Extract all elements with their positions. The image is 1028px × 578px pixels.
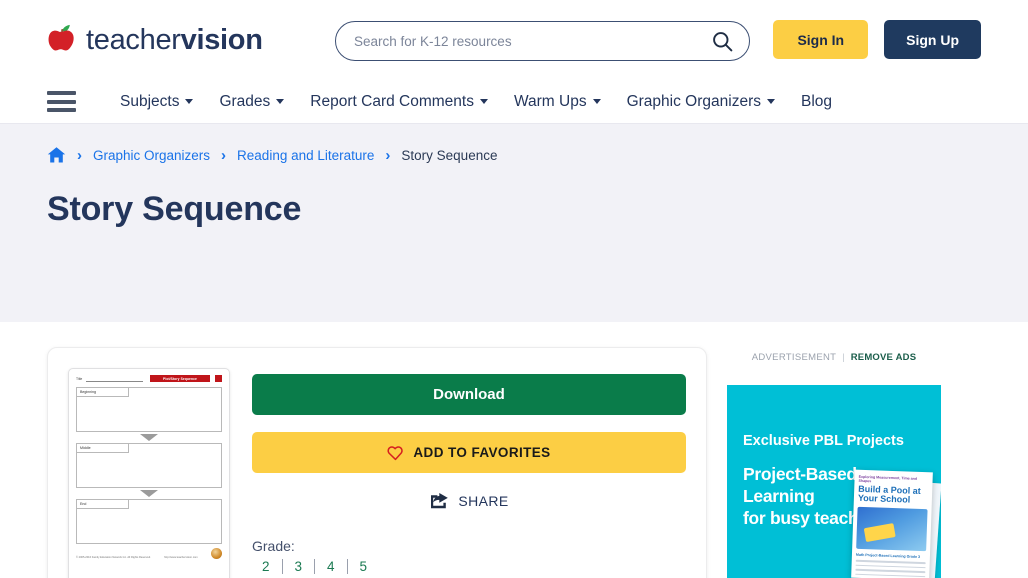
breadcrumb-separator: ›: [77, 146, 82, 164]
grade-link-3[interactable]: 3: [283, 559, 316, 574]
add-to-favorites-label: ADD TO FAVORITES: [413, 445, 551, 460]
ad-bullet-1: Ready to print.: [743, 573, 858, 578]
advertisement-header: ADVERTISEMENT | REMOVE ADS: [727, 352, 941, 363]
grade-link-4[interactable]: 4: [315, 559, 348, 574]
ad-book-subtitle: Math Project-Based Learning Grade 3: [855, 552, 921, 559]
sign-in-button[interactable]: Sign In: [773, 20, 869, 59]
advertisement-column: ADVERTISEMENT | REMOVE ADS Exclusive PBL…: [727, 347, 941, 578]
nav-item-grades[interactable]: Grades: [219, 92, 285, 111]
worksheet-box-end: End: [76, 499, 222, 544]
worksheet-box-label: End: [77, 500, 129, 509]
ad-bullets: Ready to print. Easy to implement.: [743, 573, 858, 578]
worksheet-footer: © 2005-2016 Family Education Network Inc…: [76, 548, 222, 559]
down-arrow-icon: [140, 490, 158, 497]
worksheet-seal-icon: [210, 548, 222, 559]
resource-card: Title Plot/Story Sequence Beginning Midd…: [47, 347, 707, 578]
worksheet-header-row: Title Plot/Story Sequence: [76, 375, 222, 382]
share-button[interactable]: SHARE: [252, 491, 686, 510]
chevron-down-icon: [479, 99, 488, 104]
nav-item-report-card-comments[interactable]: Report Card Comments: [310, 93, 488, 111]
home-icon[interactable]: [47, 146, 66, 164]
resource-actions: Download ADD TO FAVORITES SHARE Grade: 2…: [252, 368, 686, 578]
ad-book-text-line: [855, 559, 926, 564]
page-title: Story Sequence: [47, 190, 302, 228]
breadcrumb-separator: ›: [385, 146, 391, 164]
nav-item-warm-ups[interactable]: Warm Ups: [514, 93, 601, 111]
page-root: teachervision Sign In Sign Up Subjects: [0, 0, 1028, 578]
breadcrumb-item-current: Story Sequence: [401, 147, 498, 163]
nav-label: Subjects: [120, 92, 180, 110]
sign-up-button[interactable]: Sign Up: [884, 20, 981, 59]
worksheet-url: http://www.teachervision.com: [164, 556, 198, 559]
chevron-down-icon: [592, 99, 601, 104]
heart-icon: [387, 445, 404, 461]
worksheet-thumbnail[interactable]: Title Plot/Story Sequence Beginning Midd…: [68, 368, 230, 578]
breadcrumb-item-reading-and-literature[interactable]: Reading and Literature: [237, 148, 374, 163]
nav-label: Report Card Comments: [310, 92, 474, 110]
worksheet-copyright: © 2005-2016 Family Education Network Inc…: [76, 556, 151, 559]
grade-links: 2 3 4 5: [252, 559, 686, 574]
grade-link-2[interactable]: 2: [252, 559, 283, 574]
ad-book-illustration: [856, 506, 928, 552]
worksheet-badge: Plot/Story Sequence: [150, 375, 210, 382]
nav-item-graphic-organizers[interactable]: Graphic Organizers: [627, 93, 775, 111]
ad-headline: Exclusive PBL Projects: [743, 433, 904, 449]
breadcrumb: › Graphic Organizers › Reading and Liter…: [47, 146, 981, 164]
nav-label: Graphic Organizers: [626, 92, 761, 110]
site-header: teachervision Sign In Sign Up: [0, 0, 1028, 80]
share-icon: [429, 491, 449, 510]
worksheet-box-label: Beginning: [77, 388, 129, 397]
worksheet-title-line: [86, 376, 143, 382]
ad-book-title: Build a Pool at Your School: [857, 483, 921, 505]
advertisement-label: ADVERTISEMENT: [751, 352, 837, 363]
hamburger-icon[interactable]: [47, 91, 76, 112]
breadcrumb-item-graphic-organizers[interactable]: Graphic Organizers: [93, 148, 210, 163]
nav-label: Grades: [219, 92, 271, 110]
down-arrow-icon: [140, 434, 158, 441]
auth-buttons: Sign In Sign Up: [773, 20, 981, 59]
nav-item-blog[interactable]: Blog: [801, 93, 832, 111]
apple-logo-icon: [47, 23, 77, 57]
advertisement-divider: |: [842, 352, 845, 363]
chevron-down-icon: [276, 99, 285, 104]
main-content: Title Plot/Story Sequence Beginning Midd…: [0, 322, 1028, 578]
resource-metadata: Grade: 2 3 4 5 Subjects:: [252, 538, 686, 578]
worksheet-box-middle: Middle: [76, 443, 222, 488]
share-label: SHARE: [458, 492, 509, 509]
ad-book-text-line: [855, 568, 926, 573]
main-navigation: Subjects Grades Report Card Comments War…: [0, 80, 1028, 124]
search-input[interactable]: [354, 33, 712, 49]
worksheet-box-label: Middle: [77, 444, 129, 453]
page-title-band: › Graphic Organizers › Reading and Liter…: [0, 124, 1028, 322]
nav-label: Blog: [800, 92, 833, 110]
worksheet-badge-icon: [215, 375, 222, 382]
download-button[interactable]: Download: [252, 374, 686, 415]
breadcrumb-separator: ›: [221, 146, 227, 164]
search-icon[interactable]: [712, 31, 733, 52]
grade-link-5[interactable]: 5: [348, 559, 380, 574]
nav-label: Warm Ups: [513, 92, 587, 110]
chevron-down-icon: [766, 99, 775, 104]
logo-wordmark: teachervision: [86, 23, 263, 56]
remove-ads-link[interactable]: REMOVE ADS: [851, 352, 917, 363]
ad-book-text-line: [855, 573, 926, 578]
grade-label: Grade:: [252, 538, 295, 554]
chevron-down-icon: [185, 99, 194, 104]
site-logo[interactable]: teachervision: [47, 23, 263, 57]
advertisement-banner[interactable]: Exclusive PBL Projects Project-Based Lea…: [727, 385, 941, 578]
ad-book-text-line: [855, 564, 926, 569]
search-bar[interactable]: [335, 21, 750, 61]
add-to-favorites-button[interactable]: ADD TO FAVORITES: [252, 432, 686, 473]
nav-item-subjects[interactable]: Subjects: [120, 92, 194, 111]
ad-book-cover: Exploring Measurement, Time and Shapes B…: [851, 469, 933, 578]
worksheet-title-label: Title: [76, 376, 83, 381]
worksheet-box-beginning: Beginning: [76, 387, 222, 432]
